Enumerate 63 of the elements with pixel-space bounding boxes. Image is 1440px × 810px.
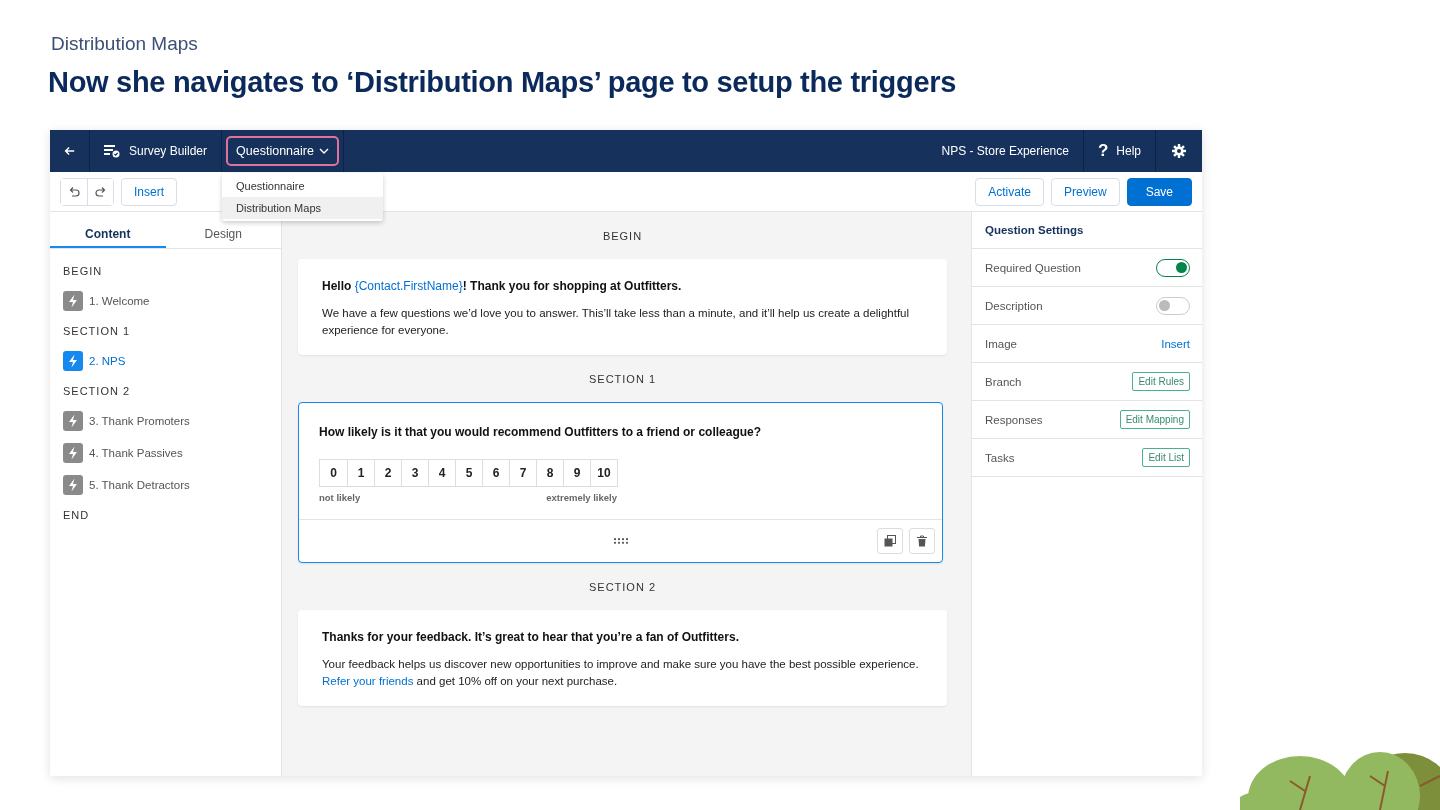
section-label: SECTION 1 bbox=[588, 372, 657, 387]
lightning-icon bbox=[63, 291, 83, 311]
toggle-switch[interactable] bbox=[1156, 258, 1190, 277]
back-arrow-icon bbox=[64, 145, 75, 157]
survey-name: NPS - Store Experience bbox=[927, 130, 1084, 172]
setting-label: Responses bbox=[985, 413, 1043, 426]
app-name: Survey Builder bbox=[129, 144, 208, 158]
setting-label: Branch bbox=[985, 375, 1022, 388]
outline-item[interactable]: 1. Welcome bbox=[63, 285, 268, 317]
outline-heading: SECTION 1 bbox=[63, 324, 132, 339]
slide-subtitle: Distribution Maps bbox=[51, 33, 198, 55]
duplicate-button[interactable] bbox=[877, 528, 903, 554]
refer-link[interactable]: Refer your friends bbox=[322, 675, 414, 687]
menu-item[interactable]: Distribution Maps bbox=[222, 197, 384, 219]
redo-icon bbox=[94, 185, 107, 198]
help-button[interactable]: ? Help bbox=[1083, 130, 1156, 172]
edit-button[interactable]: Edit Mapping bbox=[1119, 410, 1190, 429]
toolbar-button[interactable]: Save bbox=[1126, 177, 1192, 206]
setting-label: Tasks bbox=[985, 451, 1015, 464]
redo-button[interactable] bbox=[87, 178, 113, 205]
edit-button[interactable]: Edit Rules bbox=[1132, 372, 1190, 391]
outline-item[interactable]: 2. NPS bbox=[63, 345, 268, 377]
insert-button[interactable]: Insert bbox=[121, 177, 177, 206]
section-label: SECTION 2 bbox=[588, 580, 657, 595]
question-text: How likely is it that you would recommend Outfitters to a friend or colleague? bbox=[319, 425, 763, 439]
delete-button[interactable] bbox=[909, 528, 935, 554]
lightning-icon bbox=[63, 411, 83, 431]
toolbar-button[interactable]: Activate bbox=[975, 177, 1044, 206]
setting-label: Image bbox=[985, 337, 1017, 350]
question-card[interactable]: How likely is it that you would recommend Outfitters to a friend or colleague? 0 1 2 3 4 5 6 7 8 9 10 not likely extremely likely bbox=[298, 402, 943, 563]
panel-title: Question Settings bbox=[972, 212, 1202, 249]
lightning-icon bbox=[63, 443, 83, 463]
setting-label: Description bbox=[985, 299, 1043, 312]
outline-heading: END bbox=[63, 508, 91, 523]
edit-button[interactable]: Edit List bbox=[1142, 448, 1190, 467]
message-text: We have a few questions we’d love you to answer. This’ll take less than a minute, and it’ll help us create a delightful experience for everyone. bbox=[322, 306, 911, 338]
drag-handle-icon[interactable] bbox=[612, 538, 629, 544]
message-text: Your feedback helps us discover new opportunities to improve and make sure you have the best possible experience. Refer your friends and get 10% off on your next purchase. bbox=[322, 657, 920, 689]
chevron-down-icon bbox=[318, 148, 329, 154]
scale-high-label: extremely likely bbox=[546, 492, 617, 503]
copy-icon bbox=[884, 535, 896, 547]
setting-label: Required Question bbox=[985, 261, 1081, 274]
page-dropdown[interactable]: Questionnaire bbox=[226, 136, 339, 166]
slide-title: Now she navigates to ‘Distribution Maps’ page to setup the triggers bbox=[48, 66, 957, 99]
settings-icon bbox=[1172, 144, 1186, 158]
insert-link[interactable]: Insert bbox=[1161, 337, 1190, 350]
lightning-icon bbox=[63, 351, 83, 371]
message-title: Hello {Contact.FirstName}! Thank you for shopping at Outfitters. bbox=[322, 279, 683, 293]
scale-low-label: not likely bbox=[319, 492, 361, 503]
section-label: BEGIN bbox=[602, 229, 643, 244]
outline-item[interactable]: 5. Thank Detractors bbox=[63, 469, 268, 501]
outline-item[interactable]: 4. Thank Passives bbox=[63, 437, 268, 469]
outline-heading: BEGIN bbox=[63, 264, 104, 279]
toolbar-button[interactable]: Preview bbox=[1050, 177, 1120, 206]
lightning-icon bbox=[63, 475, 83, 495]
outline-heading: SECTION 2 bbox=[63, 384, 132, 399]
menu-item[interactable]: Questionnaire bbox=[222, 175, 384, 197]
message-title: Thanks for your feedback. It’s great to hear that you’re a fan of Outfitters. bbox=[322, 630, 740, 644]
trash-icon bbox=[916, 535, 928, 547]
undo-icon bbox=[68, 185, 80, 198]
sidebar-tab[interactable]: Content bbox=[50, 212, 166, 248]
survey-list-icon bbox=[104, 144, 120, 158]
outline-item[interactable]: 3. Thank Promoters bbox=[63, 405, 268, 437]
